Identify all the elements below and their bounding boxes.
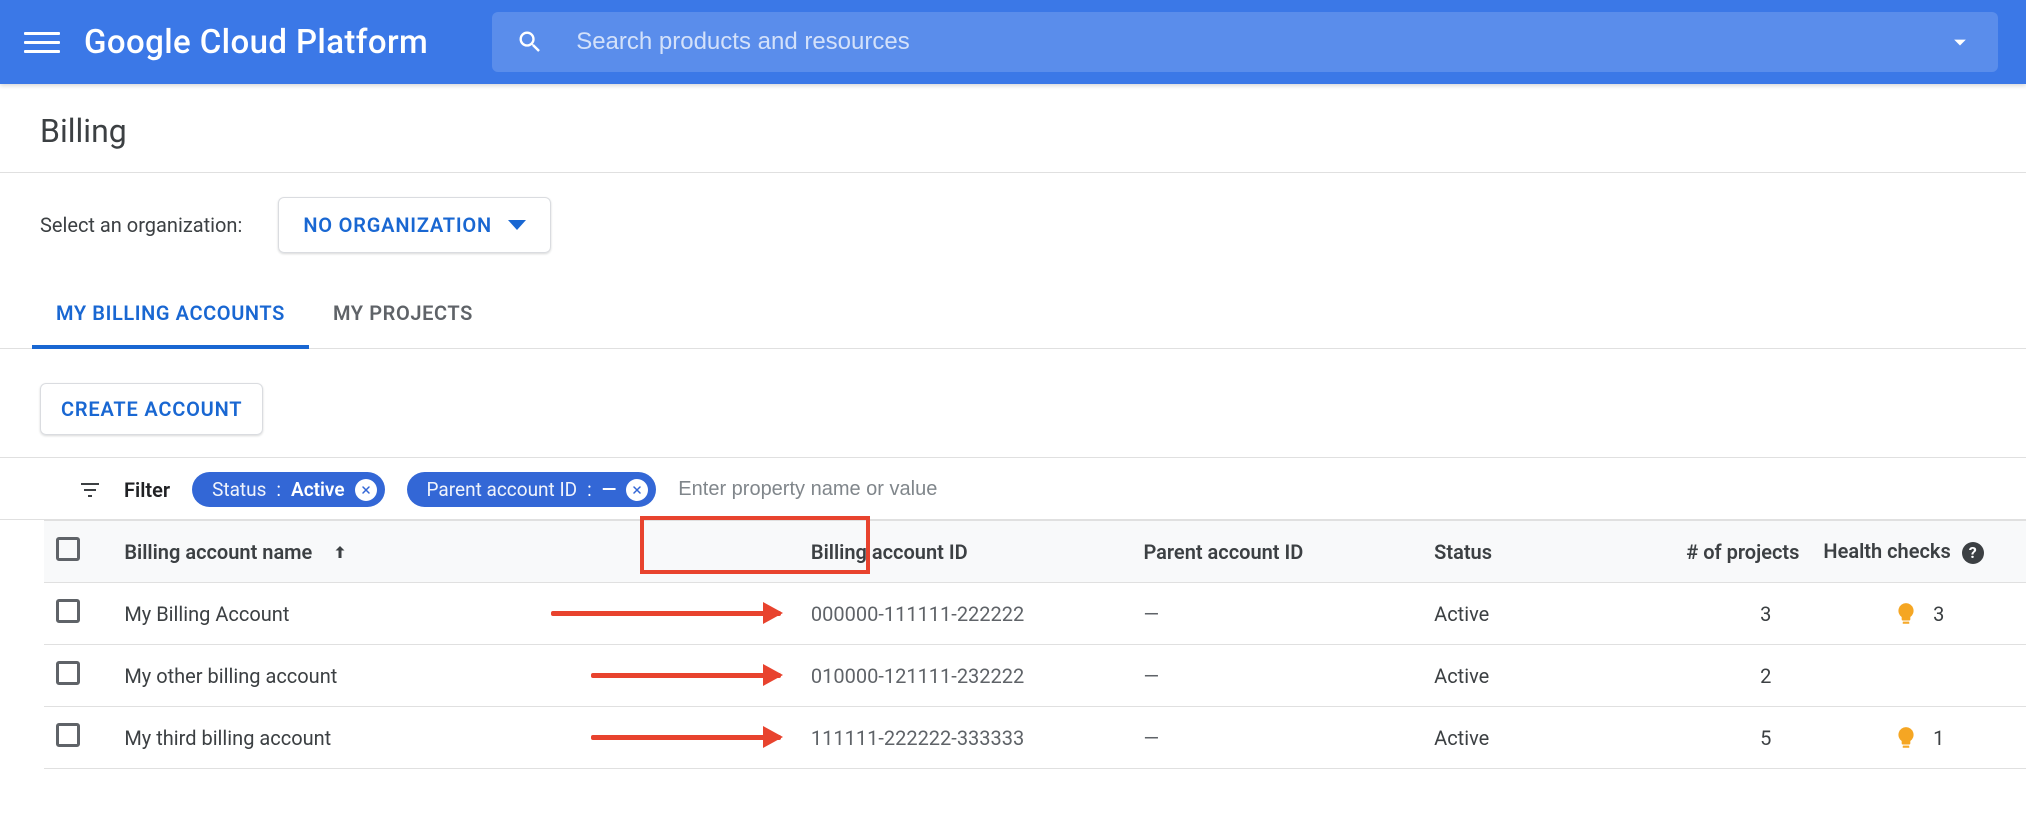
cell-parent: — <box>1131 707 1422 769</box>
cell-status: Active <box>1422 645 1629 707</box>
chevron-down-icon[interactable] <box>1946 28 1974 56</box>
cell-projects: 5 <box>1630 707 1812 769</box>
filter-chip-parent-account-id[interactable]: Parent account ID : — <box>407 472 657 507</box>
cell-status: Active <box>1422 707 1629 769</box>
annotation-arrow <box>551 707 799 769</box>
tabs: MY BILLING ACCOUNTS MY PROJECTS <box>0 283 2026 349</box>
table-header-row: Billing account name Billing account ID … <box>44 521 2026 583</box>
col-header-id[interactable]: Billing account ID <box>799 521 1132 583</box>
chip-remove-icon[interactable] <box>355 479 377 501</box>
billing-accounts-section: Billing account name Billing account ID … <box>0 520 2026 769</box>
cell-projects: 2 <box>1630 645 1812 707</box>
cell-id[interactable]: 111111-222222-333333 <box>799 707 1132 769</box>
filter-chip-status[interactable]: Status : Active <box>192 472 384 507</box>
cell-status: Active <box>1422 583 1629 645</box>
filter-chip-key: Parent account ID <box>427 478 578 501</box>
table-row: My Billing Account 000000-111111-222222 … <box>44 583 2026 645</box>
cell-id[interactable]: 010000-121111-232222 <box>799 645 1132 707</box>
filter-bar: Filter Status : Active Parent account ID… <box>0 458 2026 520</box>
table-row: My other billing account 010000-121111-2… <box>44 645 2026 707</box>
filter-icon <box>78 478 102 502</box>
chip-remove-icon[interactable] <box>626 479 648 501</box>
col-header-name[interactable]: Billing account name <box>112 521 799 583</box>
create-account-button[interactable]: CREATE ACCOUNT <box>40 383 263 435</box>
col-header-status[interactable]: Status <box>1422 521 1629 583</box>
search-input[interactable] <box>544 28 1946 56</box>
help-icon[interactable]: ? <box>1962 542 1984 564</box>
cell-name[interactable]: My other billing account <box>112 645 551 707</box>
search-icon <box>516 28 544 56</box>
lightbulb-icon <box>1893 601 1919 627</box>
gcp-header: Google Cloud Platform <box>0 0 2026 84</box>
annotation-arrow <box>551 645 799 707</box>
filter-chip-value: — <box>602 478 617 501</box>
organization-row: Select an organization: NO ORGANIZATION <box>0 173 2026 283</box>
gcp-logo-text: Google Cloud Platform <box>84 23 428 62</box>
row-checkbox[interactable] <box>56 661 80 685</box>
toolbar: CREATE ACCOUNT <box>0 349 2026 458</box>
select-all-checkbox[interactable] <box>56 537 80 561</box>
table-row: My third billing account 111111-222222-3… <box>44 707 2026 769</box>
organization-select[interactable]: NO ORGANIZATION <box>278 197 551 253</box>
cell-health: 3 <box>1811 583 2026 645</box>
cell-id[interactable]: 000000-111111-222222 <box>799 583 1132 645</box>
page-title: Billing <box>0 84 2026 172</box>
health-count: 1 <box>1933 726 1944 750</box>
row-checkbox[interactable] <box>56 723 80 747</box>
sort-ascending-icon <box>331 542 349 566</box>
annotation-arrow <box>551 583 799 645</box>
cell-health <box>1811 645 2026 707</box>
filter-label: Filter <box>124 478 170 502</box>
gcp-logo[interactable]: Google Cloud Platform <box>84 23 428 62</box>
cell-parent: — <box>1131 645 1422 707</box>
cell-health: 1 <box>1811 707 2026 769</box>
filter-chip-key: Status <box>212 478 266 501</box>
col-header-parent[interactable]: Parent account ID <box>1131 521 1422 583</box>
row-checkbox[interactable] <box>56 599 80 623</box>
organization-label: Select an organization: <box>40 213 242 237</box>
dropdown-triangle-icon <box>508 220 526 230</box>
cell-name[interactable]: My Billing Account <box>112 583 551 645</box>
tab-my-projects[interactable]: MY PROJECTS <box>309 283 497 349</box>
lightbulb-icon <box>1893 725 1919 751</box>
tab-my-billing-accounts[interactable]: MY BILLING ACCOUNTS <box>32 283 309 349</box>
col-header-projects[interactable]: # of projects <box>1630 521 1812 583</box>
col-header-health[interactable]: Health checks ? <box>1811 521 2026 583</box>
cell-parent: — <box>1131 583 1422 645</box>
organization-value: NO ORGANIZATION <box>303 213 492 237</box>
cell-name[interactable]: My third billing account <box>112 707 551 769</box>
health-count: 3 <box>1933 602 1944 626</box>
filter-chip-value: Active <box>291 478 345 501</box>
billing-accounts-table: Billing account name Billing account ID … <box>44 520 2026 769</box>
filter-input[interactable] <box>678 478 1966 501</box>
hamburger-menu-icon[interactable] <box>24 24 60 60</box>
search-bar[interactable] <box>492 12 1998 72</box>
cell-projects: 3 <box>1630 583 1812 645</box>
